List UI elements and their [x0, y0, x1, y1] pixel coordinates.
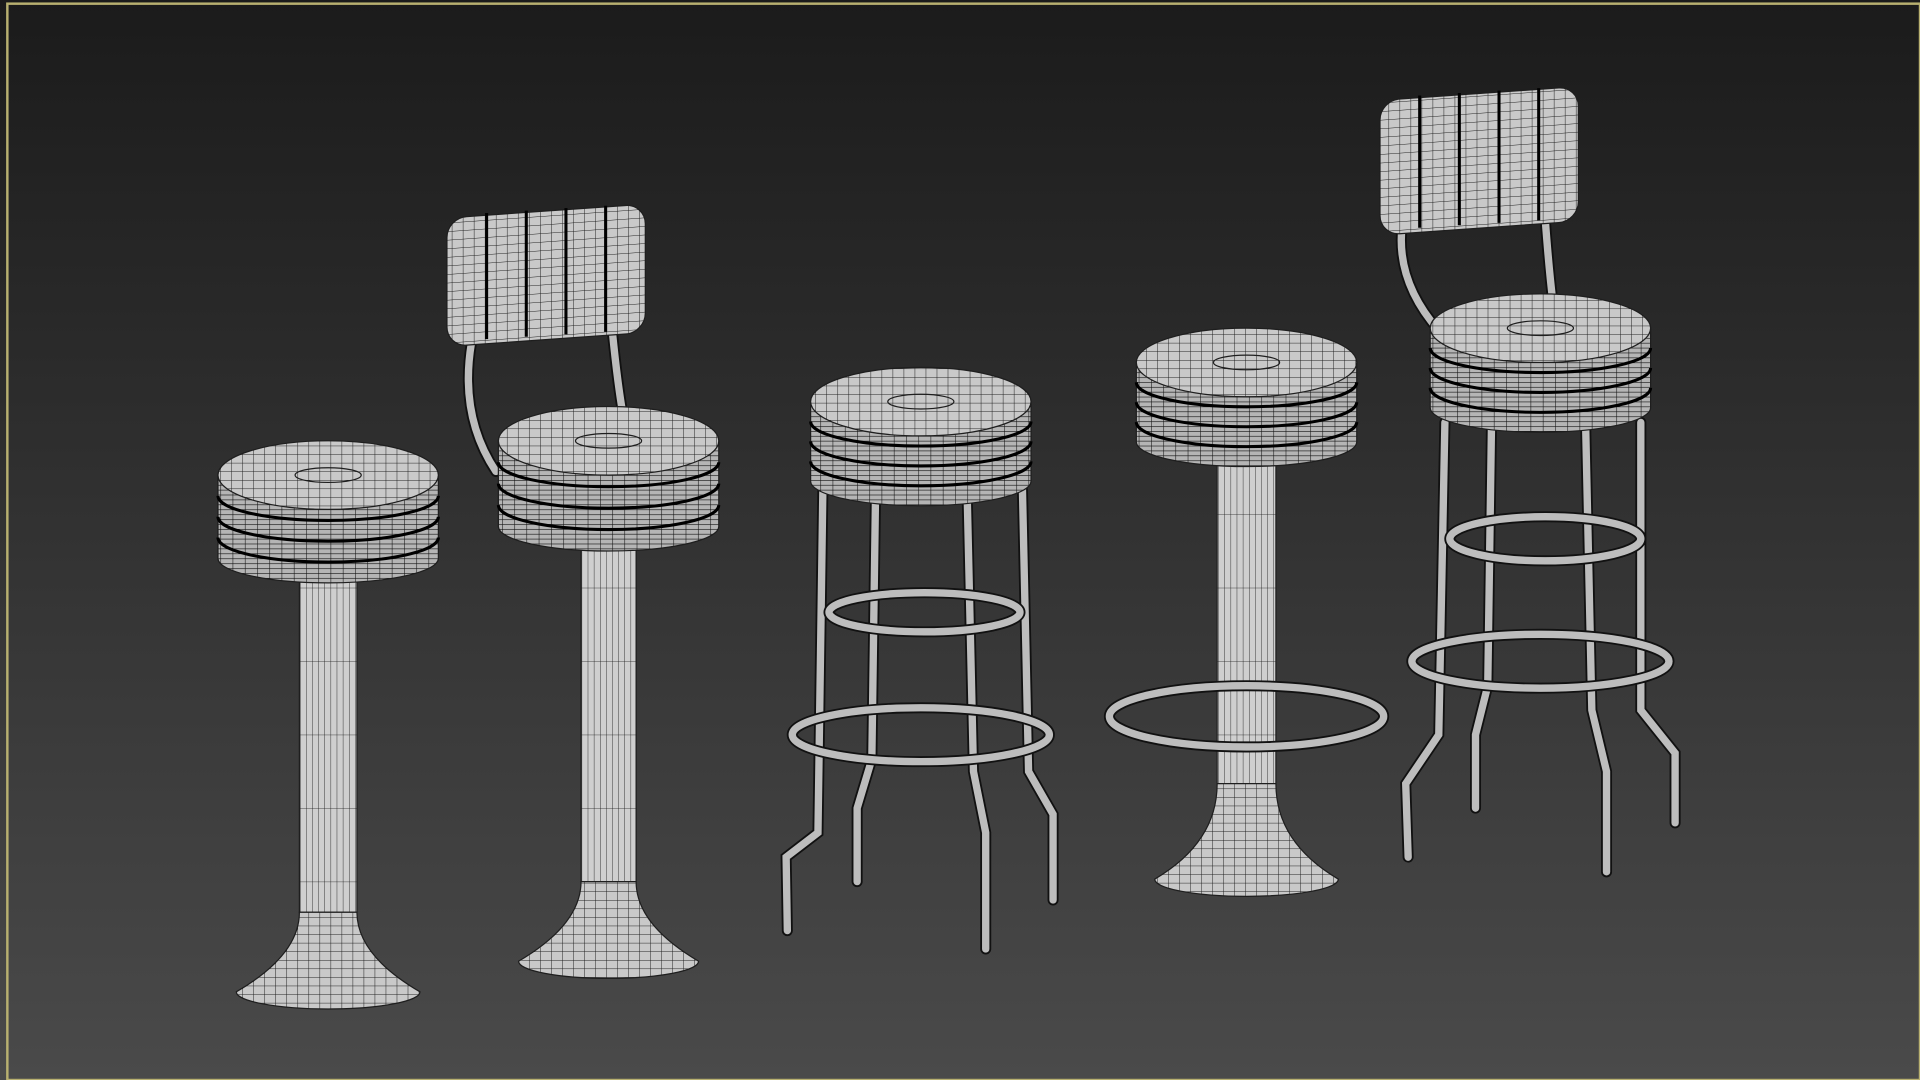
- seat-top: [1429, 293, 1652, 364]
- seat-top: [217, 440, 439, 511]
- seat-top: [1135, 327, 1358, 398]
- backrest: [446, 204, 646, 346]
- seat-top: [810, 366, 1032, 437]
- 3d-viewport[interactable]: [0, 0, 1920, 1080]
- viewport-canvas[interactable]: [0, 0, 1920, 1080]
- pedestal-pole: [580, 538, 637, 883]
- pedestal-pole: [298, 562, 358, 913]
- seat-top: [497, 405, 720, 476]
- pedestal-pole: [1216, 446, 1277, 785]
- backrest: [1379, 87, 1579, 235]
